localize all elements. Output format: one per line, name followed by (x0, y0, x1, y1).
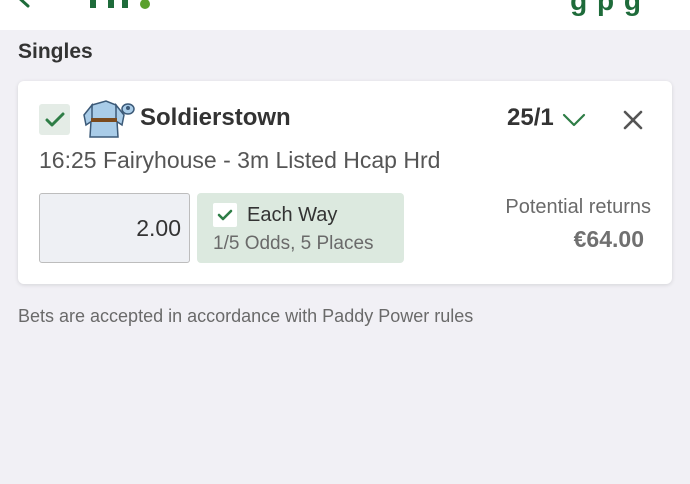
each-way-toggle[interactable]: Each Way 1/5 Odds, 5 Places (197, 193, 404, 263)
each-way-checkbox[interactable] (213, 203, 237, 227)
rules-note: Bets are accepted in accordance with Pad… (18, 306, 474, 326)
top-header: g p g (0, 0, 690, 30)
stake-field[interactable] (39, 193, 190, 263)
section-title: Singles (18, 40, 93, 63)
each-way-label: Each Way (247, 204, 338, 226)
odds-selector[interactable]: 25/1 (507, 104, 586, 132)
potential-returns-label: Potential returns (505, 196, 651, 218)
runner-name: Soldierstown (140, 104, 291, 131)
brand-logo-icon (90, 0, 150, 9)
odds-value: 25/1 (507, 104, 554, 131)
jockey-silks-icon (83, 100, 135, 138)
bet-card: Soldierstown 25/1 16:25 Fairyhouse - 3m … (18, 81, 672, 284)
each-way-terms: 1/5 Odds, 5 Places (213, 233, 374, 254)
selection-checkbox[interactable] (39, 104, 70, 135)
back-arrow-icon[interactable] (12, 0, 34, 8)
stake-input[interactable] (51, 194, 181, 262)
potential-returns-value: €64.00 (573, 226, 644, 252)
checkmark-icon (217, 209, 233, 220)
header-title-cut: g p g (570, 0, 642, 16)
event-description: 16:25 Fairyhouse - 3m Listed Hcap Hrd (39, 147, 441, 173)
chevron-down-icon (562, 113, 585, 127)
checkmark-icon (45, 112, 64, 126)
close-icon[interactable] (622, 109, 644, 131)
